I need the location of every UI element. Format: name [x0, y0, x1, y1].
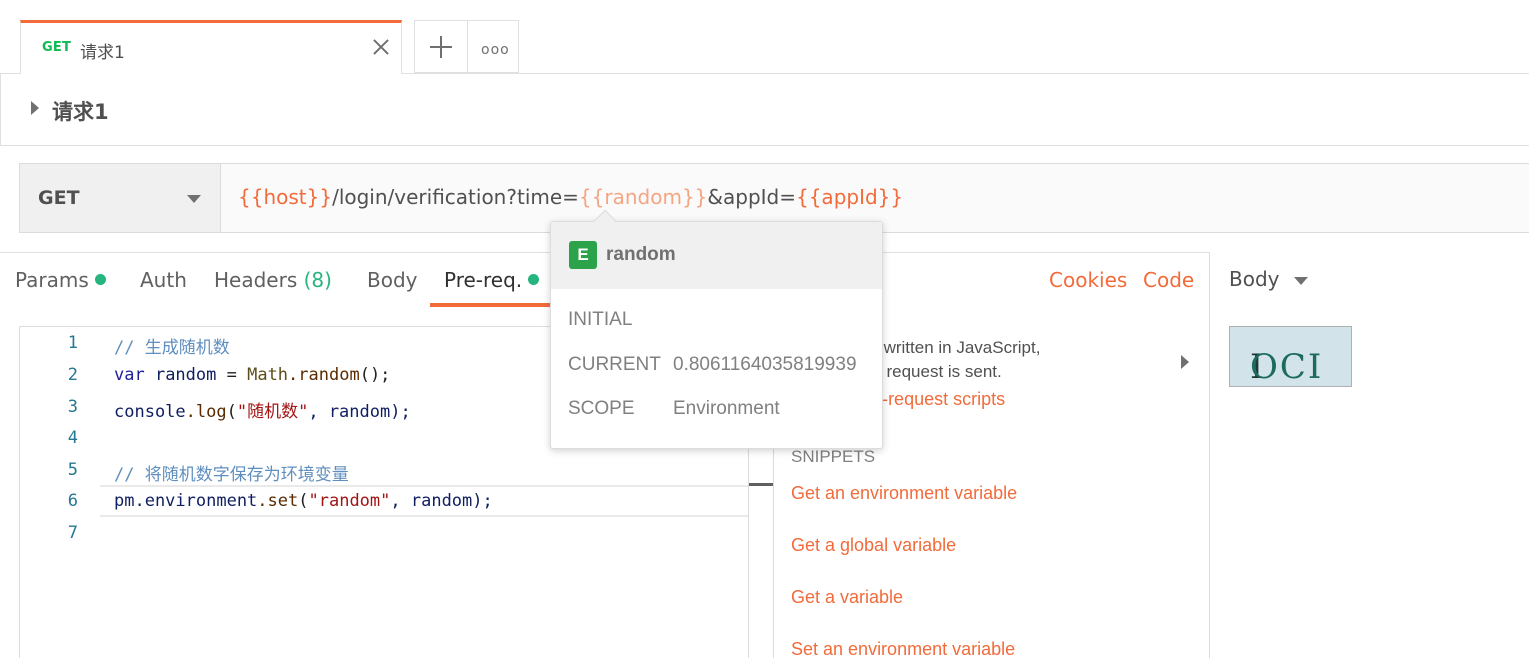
active-tab-indicator — [430, 303, 560, 307]
new-tab-plus-icon[interactable] — [415, 21, 468, 73]
environment-badge-icon: E — [569, 241, 597, 269]
url-var-random[interactable]: {{random}} — [579, 185, 707, 209]
tab-prereq[interactable]: Pre-req. — [444, 268, 540, 292]
url-var-host[interactable]: {{host}} — [238, 185, 332, 209]
tab-auth-label: Auth — [140, 268, 187, 292]
code-punct: (); — [359, 365, 391, 385]
tab-prereq-label: Pre-req. — [444, 268, 523, 292]
code-comment: // 将随机数字保存为环境变量 — [114, 465, 349, 485]
code-class: Math — [247, 365, 289, 385]
status-dot-icon — [528, 274, 540, 285]
cookies-link[interactable]: Cookies — [1049, 268, 1127, 292]
snippet-link[interactable]: Get a variable — [791, 587, 903, 608]
tooltip-current-label: CURRENT — [568, 354, 661, 375]
status-dot-icon — [94, 274, 106, 285]
tooltip-variable-name: random — [606, 244, 676, 265]
variable-tooltip: E random INITIAL CURRENT 0.8061164035819… — [550, 209, 883, 449]
code-function: .random — [288, 365, 360, 385]
splitter-handle[interactable] — [749, 483, 773, 486]
tab-title: 请求1 — [80, 43, 125, 63]
request-name[interactable]: 请求1 — [52, 96, 109, 126]
chevron-down-icon — [187, 195, 201, 203]
code-line-6: pm.environment.set("random", random); — [114, 491, 493, 511]
line-number: 5 — [67, 460, 78, 480]
caret-right-icon[interactable] — [31, 101, 39, 115]
snippet-link[interactable]: Get a global variable — [791, 535, 956, 556]
code-punct: , random); — [308, 402, 411, 422]
tooltip-current-value: 0.8061164035819939 — [673, 354, 857, 375]
tab-actions: ooo — [414, 20, 519, 73]
line-number: 2 — [67, 365, 78, 385]
code-punct: ( — [298, 491, 309, 511]
code-keyword: var — [114, 365, 145, 385]
line-number: 7 — [67, 523, 78, 543]
line-number: 3 — [67, 397, 78, 417]
line-number: 4 — [67, 428, 78, 448]
code-operator: = — [226, 365, 248, 385]
url-var-appid[interactable]: {{appId}} — [796, 185, 903, 209]
captcha-image: I OCI — [1229, 326, 1352, 387]
request-tab-active[interactable]: GET 请求1 — [20, 20, 402, 74]
code-function: .set — [257, 491, 299, 511]
tooltip-scope-value: Environment — [673, 398, 780, 419]
tooltip-scope-label: SCOPE — [568, 398, 635, 419]
tab-headers-label: Headers — [214, 268, 298, 292]
caret-right-icon[interactable] — [1181, 355, 1189, 369]
method-select-label: GET — [38, 187, 80, 209]
code-identifier: pm.environment — [114, 491, 258, 511]
code-link[interactable]: Code — [1143, 268, 1194, 292]
snippets-heading: SNIPPETS — [791, 447, 876, 466]
code-line-5: // 将随机数字保存为环境变量 — [114, 460, 349, 485]
code-punct: ( — [226, 402, 237, 422]
chevron-down-icon[interactable] — [1294, 277, 1308, 285]
code-comment: // 生成随机数 — [114, 338, 230, 358]
url-query-appid: &appId= — [707, 185, 796, 209]
code-identifier: console — [114, 402, 186, 422]
code-line-1: // 生成随机数 — [114, 333, 230, 358]
tab-params[interactable]: Params — [15, 268, 106, 292]
more-tabs-icon[interactable]: ooo — [481, 42, 510, 58]
url-path: /login/verification?time= — [332, 185, 579, 209]
tooltip-initial-label: INITIAL — [568, 309, 633, 330]
line-number: 1 — [67, 333, 78, 353]
code-string: "random" — [308, 491, 391, 511]
code-punct: , random); — [390, 491, 493, 511]
code-identifier: random — [144, 365, 227, 385]
code-line-3: console.log("随机数", random); — [114, 397, 411, 422]
tab-headers[interactable]: Headers (8) — [214, 268, 332, 292]
tab-auth[interactable]: Auth — [140, 268, 187, 292]
code-string: "随机数" — [236, 402, 309, 422]
captcha-glyphs: OCI — [1250, 347, 1324, 387]
code-line-2: var random = Math.random(); — [114, 365, 390, 385]
code-function: .log — [185, 402, 227, 422]
tab-body[interactable]: Body — [367, 268, 418, 292]
url-input[interactable]: {{host}}/login/verification?time={{rando… — [238, 185, 903, 209]
tab-method-label: GET — [42, 40, 72, 55]
response-body-selector[interactable]: Body — [1229, 267, 1280, 291]
snippet-link[interactable]: Set an environment variable — [791, 639, 1015, 658]
tab-body-label: Body — [367, 268, 418, 292]
method-select[interactable]: GET — [20, 164, 221, 232]
tooltip-header: E random — [551, 222, 882, 289]
response-divider[interactable] — [1209, 252, 1210, 658]
line-number-gutter: 1 2 3 4 5 6 7 — [20, 327, 100, 658]
line-number: 6 — [67, 491, 78, 511]
headers-count-badge: (8) — [303, 268, 332, 292]
tab-params-label: Params — [15, 268, 89, 292]
tab-strip: GET 请求1 ooo — [0, 0, 1529, 74]
close-icon[interactable] — [371, 37, 391, 57]
snippet-link[interactable]: Get an environment variable — [791, 483, 1017, 504]
request-title-row: 请求1 — [0, 74, 1529, 146]
